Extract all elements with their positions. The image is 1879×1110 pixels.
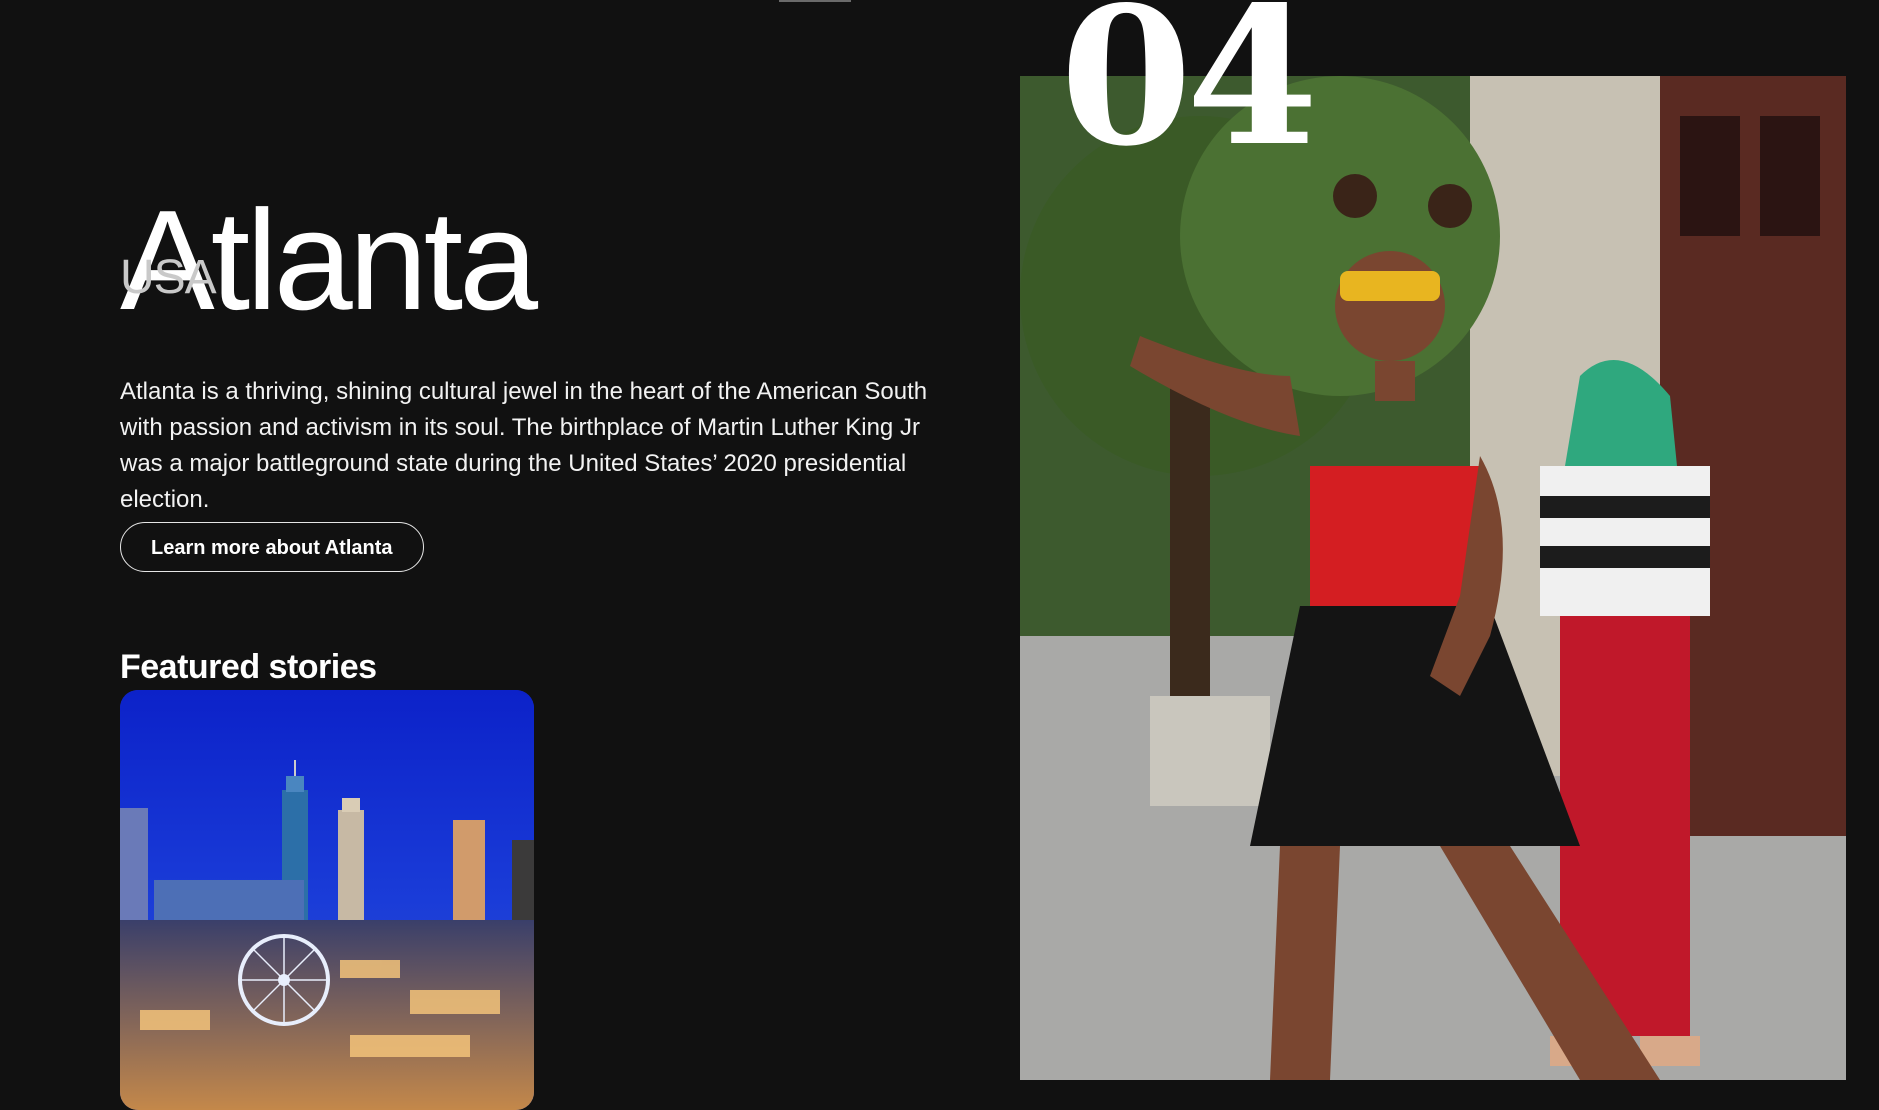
- atlanta-skyline-image: [120, 690, 534, 1110]
- roller-skaters-photo: [1020, 76, 1846, 1080]
- city-description: Atlanta is a thriving, shining cultural …: [120, 378, 928, 513]
- progress-indicator: [779, 0, 851, 2]
- featured-stories-heading: Featured stories: [120, 648, 377, 687]
- hero-photo: [1020, 76, 1846, 1080]
- featured-story-card[interactable]: [120, 690, 534, 1110]
- learn-more-button[interactable]: Learn more about Atlanta: [120, 522, 424, 572]
- country-label: USA: [120, 251, 217, 304]
- slide-index-number: 04: [1060, 0, 1318, 188]
